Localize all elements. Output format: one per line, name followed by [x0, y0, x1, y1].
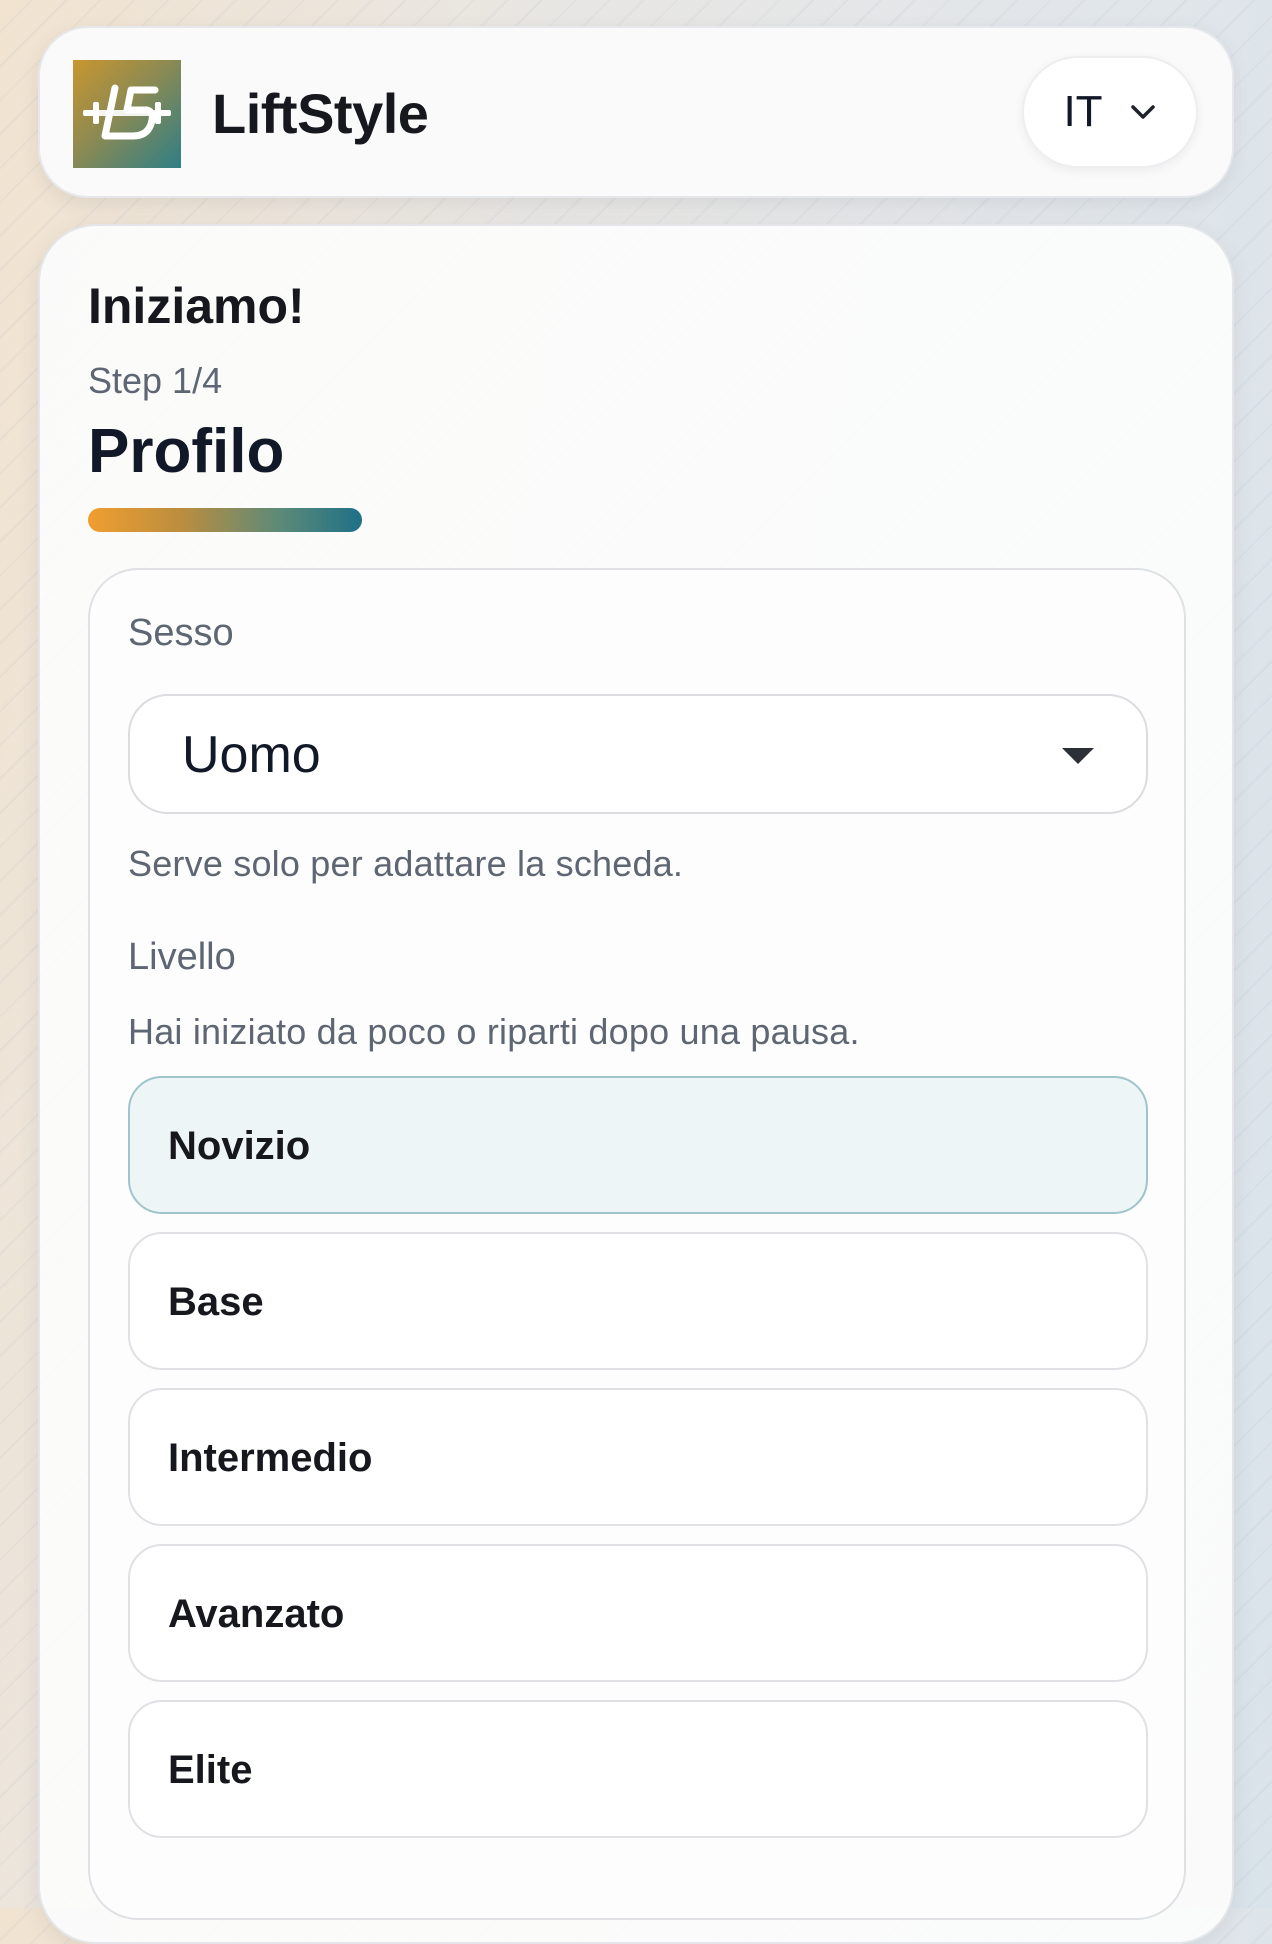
level-options: Novizio Base Intermedio Avanzato Elite — [128, 1076, 1148, 1856]
sex-select[interactable]: Uomo — [128, 694, 1148, 814]
liftstyle-logo-icon — [73, 60, 181, 168]
level-option-avanzato[interactable]: Avanzato — [128, 1544, 1148, 1682]
level-option-label: Base — [168, 1280, 264, 1324]
app-header: LiftStyle IT — [38, 26, 1234, 198]
brand-name: LiftStyle — [212, 82, 429, 145]
level-option-base[interactable]: Base — [128, 1232, 1148, 1370]
page-title: Iniziamo! — [88, 278, 305, 334]
level-option-label: Novizio — [168, 1124, 311, 1168]
onboarding-card: Iniziamo! Step 1/4 Profilo Sesso Uomo Se… — [38, 224, 1234, 1944]
sex-hint: Serve solo per adattare la scheda. — [128, 843, 684, 884]
language-code: IT — [1063, 87, 1103, 136]
level-hint: Hai iniziato da poco o riparti dopo una … — [128, 1011, 860, 1052]
level-option-label: Intermedio — [168, 1436, 373, 1480]
profile-form: Sesso Uomo Serve solo per adattare la sc… — [88, 568, 1186, 1920]
sex-select-value: Uomo — [182, 726, 321, 784]
chevron-down-icon — [1129, 103, 1157, 121]
level-option-label: Avanzato — [168, 1592, 345, 1636]
caret-down-icon — [1062, 748, 1094, 764]
level-option-elite[interactable]: Elite — [128, 1700, 1148, 1838]
step-indicator: Step 1/4 — [88, 360, 223, 401]
level-option-label: Elite — [168, 1748, 253, 1792]
logo-mark — [83, 84, 171, 140]
step-title: Profilo — [88, 417, 285, 486]
level-option-intermedio[interactable]: Intermedio — [128, 1388, 1148, 1526]
progress-bar — [88, 508, 362, 532]
level-label: Livello — [128, 936, 236, 978]
level-option-novizio[interactable]: Novizio — [128, 1076, 1148, 1214]
sex-label: Sesso — [128, 612, 234, 654]
language-selector[interactable]: IT — [1022, 56, 1198, 168]
